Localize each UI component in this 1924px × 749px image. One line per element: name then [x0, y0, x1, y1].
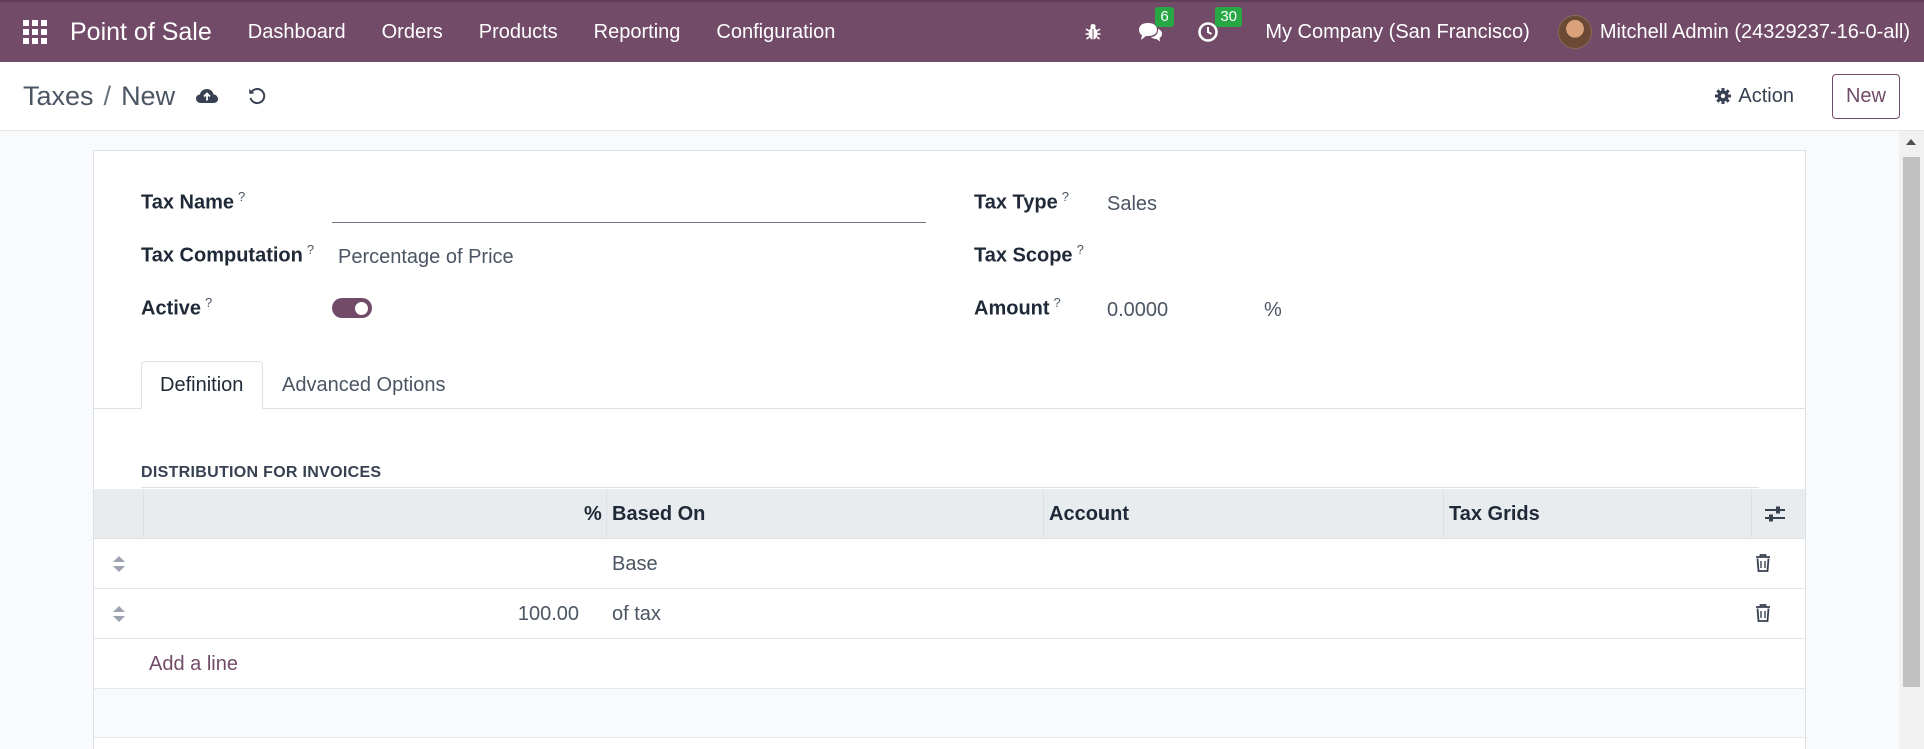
distribution-table: % Based On Account Tax Grids Base 100.00…: [94, 489, 1805, 738]
breadcrumb-taxes-link[interactable]: Taxes: [23, 81, 94, 112]
row-based-on[interactable]: of tax: [612, 603, 661, 626]
amount-label: Amount?: [974, 295, 1061, 320]
column-percent-header[interactable]: %: [584, 503, 602, 526]
breadcrumb-separator: /: [103, 80, 112, 111]
menu-reporting[interactable]: Reporting: [594, 21, 681, 44]
optional-columns-sliders-icon[interactable]: [1764, 504, 1786, 529]
amount-help[interactable]: ?: [1054, 295, 1061, 310]
action-label: Action: [1738, 84, 1794, 107]
main-navbar: Point of Sale Dashboard Orders Products …: [0, 0, 1924, 62]
drag-handle-icon[interactable]: [112, 605, 126, 628]
menu-orders[interactable]: Orders: [382, 21, 443, 44]
delete-row-trash-icon[interactable]: [1754, 553, 1772, 578]
tax-type-help[interactable]: ?: [1062, 189, 1069, 204]
action-menu-button[interactable]: Action: [1714, 85, 1794, 108]
amount-percent-sign: %: [1264, 299, 1282, 321]
form-sheet: Tax Name? Tax Computation? Percentage of…: [93, 150, 1806, 749]
scroll-thumb[interactable]: [1903, 157, 1920, 687]
section-divider: [141, 487, 1759, 488]
scroll-up-arrow-icon[interactable]: [1906, 139, 1916, 145]
tax-scope-help[interactable]: ?: [1077, 242, 1084, 257]
menu-products[interactable]: Products: [479, 21, 558, 44]
column-based-on-header[interactable]: Based On: [612, 503, 705, 526]
control-panel: Taxes / New Action New: [0, 62, 1924, 131]
activities-count-badge: 30: [1215, 7, 1242, 27]
delete-row-trash-icon[interactable]: [1754, 603, 1772, 628]
save-cloud-icon[interactable]: [195, 87, 219, 105]
gear-icon: [1715, 88, 1732, 104]
column-tax-grids-header[interactable]: Tax Grids: [1449, 503, 1540, 526]
app-name[interactable]: Point of Sale: [70, 18, 212, 47]
tax-scope-select[interactable]: [1107, 246, 1607, 272]
tax-scope-label: Tax Scope?: [974, 242, 1084, 267]
company-switcher[interactable]: My Company (San Francisco): [1265, 21, 1530, 44]
apps-menu-icon[interactable]: [0, 1, 70, 63]
debug-bug-icon[interactable]: [1083, 22, 1103, 42]
tax-type-label: Tax Type?: [974, 189, 1069, 214]
amount-input[interactable]: 0.0000: [1107, 299, 1168, 322]
tab-definition[interactable]: Definition: [141, 361, 263, 409]
row-based-on[interactable]: Base: [612, 553, 658, 576]
menu-dashboard[interactable]: Dashboard: [248, 21, 346, 44]
active-toggle[interactable]: [332, 298, 372, 318]
user-menu[interactable]: Mitchell Admin (24329237-16-0-all): [1600, 21, 1910, 44]
tax-computation-label: Tax Computation?: [141, 242, 315, 267]
distribution-invoices-title: DISTRIBUTION FOR INVOICES: [141, 464, 382, 481]
messages-count-badge: 6: [1155, 7, 1174, 27]
tab-advanced-options[interactable]: Advanced Options: [264, 361, 463, 409]
tax-name-label: Tax Name?: [141, 189, 246, 214]
discard-undo-icon[interactable]: [247, 86, 267, 106]
active-help[interactable]: ?: [205, 295, 212, 310]
activities-clock-icon[interactable]: 30: [1197, 7, 1242, 43]
table-row[interactable]: Base: [94, 539, 1805, 589]
table-row[interactable]: 100.00 of tax: [94, 589, 1805, 639]
tax-computation-select[interactable]: Percentage of Price: [338, 246, 514, 269]
menu-configuration[interactable]: Configuration: [716, 21, 835, 44]
active-label: Active?: [141, 295, 213, 320]
user-avatar[interactable]: [1557, 15, 1592, 49]
tax-type-select[interactable]: Sales: [1107, 193, 1157, 216]
add-line-link[interactable]: Add a line: [149, 653, 238, 676]
drag-handle-icon[interactable]: [112, 555, 126, 578]
new-button[interactable]: New: [1831, 73, 1900, 119]
column-account-header[interactable]: Account: [1049, 503, 1129, 526]
tax-name-input[interactable]: [332, 193, 926, 223]
empty-row: [94, 689, 1805, 738]
breadcrumb: Taxes / New: [23, 81, 175, 112]
tax-name-help[interactable]: ?: [238, 189, 245, 204]
tax-computation-help[interactable]: ?: [307, 242, 314, 257]
table-header: % Based On Account Tax Grids: [94, 489, 1805, 539]
add-line-row: Add a line: [94, 639, 1805, 689]
row-percent[interactable]: 100.00: [518, 603, 579, 626]
messages-icon[interactable]: 6: [1137, 7, 1174, 43]
page-scrollbar[interactable]: [1899, 131, 1924, 749]
breadcrumb-current: New: [121, 80, 176, 111]
